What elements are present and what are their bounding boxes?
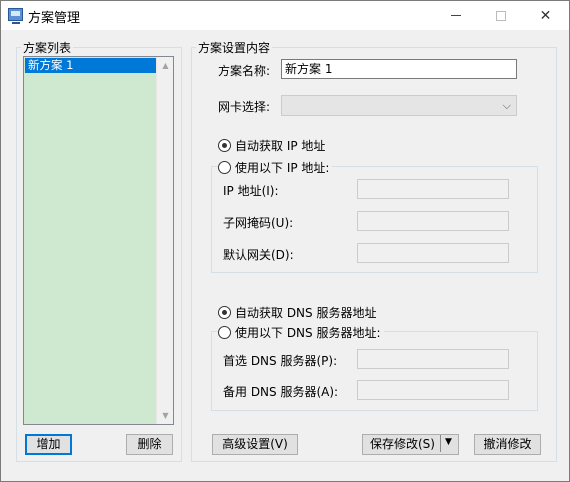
preferred-dns-input[interactable] — [357, 349, 509, 369]
ip-address-label: IP 地址(I): — [223, 184, 279, 198]
window-title: 方案管理 — [28, 11, 81, 26]
delete-scheme-button[interactable]: 删除 — [126, 434, 173, 455]
manual-ip-radio[interactable]: 使用以下 IP 地址: — [218, 159, 333, 176]
manual-dns-radio[interactable]: 使用以下 DNS 服务器地址: — [218, 324, 384, 341]
scheme-listbox[interactable]: 新方案 1 ▲ ▼ — [23, 56, 174, 425]
scheme-name-label: 方案名称: — [218, 64, 271, 78]
gateway-input[interactable] — [357, 243, 509, 263]
scheme-settings-legend: 方案设置内容 — [198, 41, 271, 55]
nic-select[interactable]: ⌵ — [281, 95, 517, 116]
scheme-name-input[interactable]: 新方案 1 — [281, 59, 517, 79]
manual-dns-radio-dot — [218, 326, 231, 339]
auto-dns-label: 自动获取 DNS 服务器地址 — [235, 306, 377, 320]
list-scrollbar[interactable]: ▲ ▼ — [156, 57, 173, 424]
monitor-icon — [8, 8, 23, 21]
auto-dns-radio[interactable]: 自动获取 DNS 服务器地址 — [218, 304, 376, 321]
subnet-mask-label: 子网掩码(U): — [223, 216, 294, 230]
manual-ip-radio-dot — [218, 161, 231, 174]
manual-dns-label: 使用以下 DNS 服务器地址: — [235, 326, 381, 340]
scheme-list-legend: 方案列表 — [23, 41, 72, 55]
preferred-dns-label: 首选 DNS 服务器(P): — [223, 354, 338, 368]
split-button-divider — [440, 435, 441, 452]
cancel-changes-button[interactable]: 撤消修改 — [474, 434, 541, 455]
maximize-icon — [495, 10, 506, 21]
auto-ip-radio-dot — [218, 139, 231, 152]
minimize-button[interactable] — [433, 1, 478, 30]
auto-ip-radio[interactable]: 自动获取 IP 地址 — [218, 137, 325, 154]
gateway-label: 默认网关(D): — [223, 248, 294, 262]
scroll-up-icon[interactable]: ▲ — [157, 57, 174, 74]
manual-ip-label: 使用以下 IP 地址: — [235, 161, 330, 175]
nic-select-label: 网卡选择: — [218, 100, 271, 114]
ip-address-input[interactable] — [357, 179, 509, 199]
minimize-icon — [450, 15, 461, 16]
chevron-down-icon: ⌵ — [502, 99, 511, 112]
close-button[interactable]: ✕ — [523, 1, 568, 30]
alternate-dns-input[interactable] — [357, 380, 509, 400]
auto-ip-label: 自动获取 IP 地址 — [235, 139, 326, 153]
add-scheme-button[interactable]: 增加 — [25, 434, 72, 455]
scroll-down-icon[interactable]: ▼ — [157, 407, 174, 424]
save-changes-label: 保存修改(S) — [370, 437, 435, 451]
advanced-settings-button[interactable]: 高级设置(V) — [212, 434, 298, 455]
alternate-dns-label: 备用 DNS 服务器(A): — [223, 385, 339, 399]
auto-dns-radio-dot — [218, 306, 231, 319]
close-icon: ✕ — [539, 7, 552, 24]
subnet-mask-input[interactable] — [357, 211, 509, 231]
list-item[interactable]: 新方案 1 — [25, 58, 156, 73]
monitor-icon-stand — [12, 22, 20, 24]
window: 方案管理 ✕ 方案列表 新方案 1 ▲ ▼ 增加 删除 方案设置内容 方案名称:… — [0, 0, 570, 482]
maximize-button[interactable] — [478, 1, 523, 30]
title-bar[interactable]: 方案管理 ✕ — [1, 1, 569, 30]
dropdown-arrow-icon[interactable]: ▼ — [445, 437, 452, 447]
